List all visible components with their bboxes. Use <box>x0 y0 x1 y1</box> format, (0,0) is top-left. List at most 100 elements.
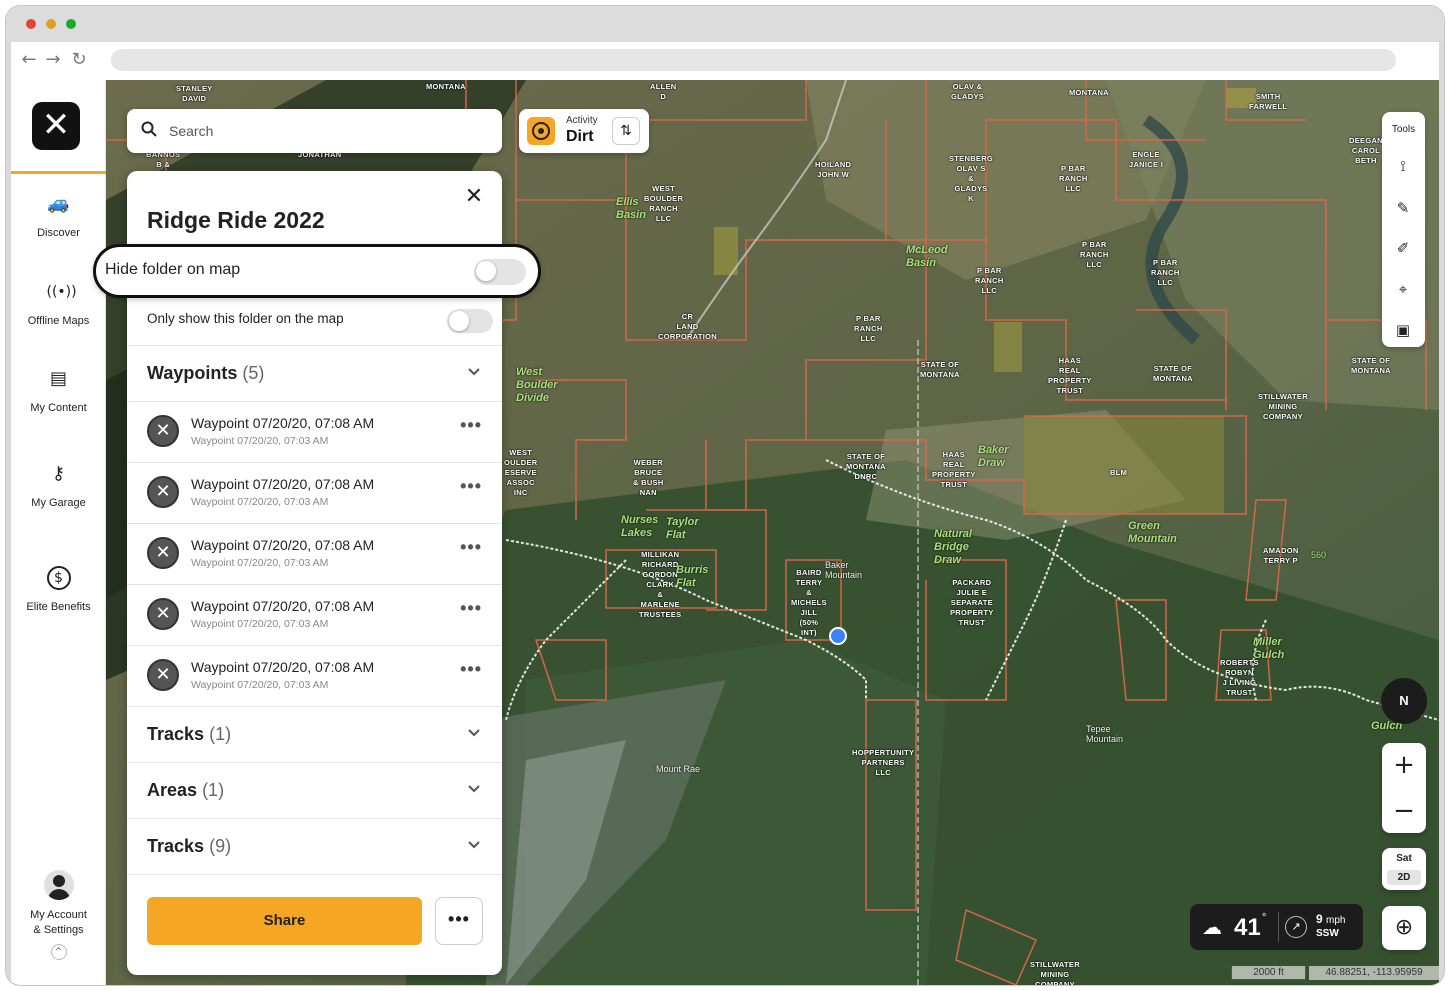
map-layer-button[interactable]: Sat 2D <box>1382 848 1426 890</box>
app-logo[interactable]: ✕ <box>32 102 80 150</box>
layer-type: Sat <box>1396 853 1412 864</box>
more-options-button[interactable]: ••• <box>435 897 483 945</box>
more-options-icon[interactable]: ••• <box>460 476 482 497</box>
wind-arrow-icon: ↗ <box>1285 916 1307 938</box>
close-window-dot[interactable] <box>26 19 36 29</box>
waypoint-subtitle: Waypoint 07/20/20, 07:03 AM <box>191 557 329 569</box>
map-parcel-label: HOPPERTUNITY PARTNERS LLC <box>852 748 915 777</box>
areas-section-header[interactable]: Areas (1) <box>127 762 502 818</box>
map-parcel-label: STILLWATER MINING COMPANY <box>1030 960 1080 985</box>
section-title: Tracks (9) <box>147 836 232 856</box>
map-parcel-label: HAAS REAL PROPERTY TRUST <box>932 450 976 489</box>
close-icon[interactable]: ✕ <box>462 185 486 209</box>
chevron-down-icon <box>468 729 480 737</box>
chevron-down-icon <box>468 368 480 376</box>
map-parcel-label: MONTANA <box>426 82 466 91</box>
map-peak-label: Baker Mountain <box>825 560 863 580</box>
layer-mode: 2D <box>1387 870 1421 885</box>
map-parcel-label: P BAR RANCH LLC <box>1080 240 1109 269</box>
activity-selector[interactable]: Activity Dirt ⇅ <box>519 109 649 153</box>
map-parcel-label: STILLWATER MINING COMPANY <box>1258 392 1308 421</box>
sidebar-accent-divider <box>11 171 106 174</box>
chevron-up-icon[interactable]: ^ <box>50 944 67 960</box>
map-parcel-label: DEEGAN CAROL BETH <box>1349 136 1383 165</box>
section-count: (5) <box>242 363 265 383</box>
zoom-in-button[interactable]: + <box>1382 743 1426 787</box>
offline-signal-icon: ((•)) <box>46 284 77 300</box>
forward-arrow-icon[interactable]: → <box>43 50 63 70</box>
weather-widget[interactable]: ☁ 41 ° ↗ 9 mph SSW <box>1190 904 1363 950</box>
tracks-section-header[interactable]: Tracks (1) <box>127 706 502 762</box>
map-place-label: McLeod Basin <box>906 244 948 269</box>
compass-button[interactable]: N <box>1381 678 1427 724</box>
map-peak-label: Mount Rae <box>656 764 701 774</box>
route-icon[interactable]: ⟟ <box>1391 154 1415 178</box>
sidebar-item-my-garage[interactable]: ⚷ My Garage <box>11 462 106 511</box>
only-show-folder-row: Only show this folder on the map <box>127 301 502 345</box>
chevron-down-icon <box>468 785 480 793</box>
degree-symbol: ° <box>1262 912 1267 924</box>
reload-icon[interactable]: ↻ <box>69 50 89 70</box>
dollar-icon: $ <box>46 566 71 590</box>
back-arrow-icon[interactable]: ← <box>19 50 39 70</box>
section-title: Areas (1) <box>147 780 225 800</box>
map-parcel-label: ENGLE JANICE I <box>1129 150 1164 169</box>
map-parcel-label: STATE OF MONTANA <box>1351 356 1391 375</box>
map-place-label: Baker Draw <box>978 444 1009 469</box>
maximize-window-dot[interactable] <box>66 19 76 29</box>
pencil-icon[interactable]: ✎ <box>1391 196 1415 220</box>
waypoint-title: Waypoint 07/20/20, 07:08 AM <box>191 598 375 614</box>
list-item[interactable]: ✕ Waypoint 07/20/20, 07:08 AM Waypoint 0… <box>127 401 502 462</box>
keys-icon: ⚷ <box>51 463 66 484</box>
waypoints-section-header[interactable]: Waypoints (5) <box>127 345 502 401</box>
scale-bar: 2000 ft <box>1231 966 1306 980</box>
activity-value: Dirt <box>566 128 594 145</box>
sidebar-item-discover[interactable]: 🚙 Discover <box>11 192 106 241</box>
minimize-window-dot[interactable] <box>46 19 56 29</box>
hide-folder-toggle[interactable] <box>474 259 526 285</box>
map-parcel-label: HAAS REAL PROPERTY TRUST <box>1048 356 1092 395</box>
address-bar[interactable] <box>111 49 1396 71</box>
sidebar-item-elite-benefits[interactable]: $ Elite Benefits <box>11 566 106 615</box>
locate-button[interactable]: ⊕ <box>1382 906 1426 950</box>
sidebar-item-my-content[interactable]: ▤ My Content <box>11 367 106 416</box>
only-show-folder-toggle[interactable] <box>447 309 493 333</box>
share-button[interactable]: Share <box>147 897 422 945</box>
car-icon: 🚙 <box>47 193 70 214</box>
more-options-icon[interactable]: ••• <box>460 659 482 680</box>
camera-icon[interactable]: ▣ <box>1391 318 1415 342</box>
filter-sliders-icon[interactable]: ⇅ <box>612 117 640 145</box>
map-place-label: Taylor Flat <box>666 516 699 541</box>
map-place-label: Green Mountain <box>1128 520 1177 545</box>
browser-toolbar: ← → ↻ <box>11 42 1439 80</box>
area-pencil-icon[interactable]: ✐ <box>1391 236 1415 260</box>
left-sidebar: ✕ 🚙 Discover ((•)) Offline Maps ▤ My Con… <box>11 80 106 985</box>
map-parcel-label: STANLEY DAVID <box>176 84 213 103</box>
sidebar-item-label: My Account & Settings <box>30 909 87 936</box>
list-item[interactable]: ✕ Waypoint 07/20/20, 07:08 AM Waypoint 0… <box>127 645 502 706</box>
list-item[interactable]: ✕ Waypoint 07/20/20, 07:08 AM Waypoint 0… <box>127 584 502 645</box>
sidebar-item-account[interactable]: My Account & Settings ^ <box>11 870 106 960</box>
list-item[interactable]: ✕ Waypoint 07/20/20, 07:08 AM Waypoint 0… <box>127 462 502 523</box>
more-options-icon[interactable]: ••• <box>460 598 482 619</box>
zoom-out-button[interactable]: − <box>1382 789 1426 833</box>
waypoint-x-icon: ✕ <box>147 659 179 691</box>
map-parcel-label: WEST OULDER ESERVE ASSOC INC <box>504 448 538 497</box>
more-options-icon[interactable]: ••• <box>460 537 482 558</box>
map-parcel-label: BAIRD TERRY & MICHELS JILL (50% INT) <box>791 568 827 637</box>
map-parcel-label: OLAV & GLADYS <box>951 82 985 101</box>
list-item[interactable]: ✕ Waypoint 07/20/20, 07:08 AM Waypoint 0… <box>127 523 502 584</box>
more-options-icon[interactable]: ••• <box>460 415 482 436</box>
map-parcel-label: STENBERG OLAV S & GLADYS K <box>949 154 994 203</box>
divider <box>1278 912 1279 942</box>
sidebar-item-label: Elite Benefits <box>26 601 91 613</box>
map-parcel-label: ROBERTS ROBYN J LIVING TRUST <box>1220 658 1259 697</box>
search-bar[interactable]: Search <box>127 109 502 153</box>
search-input[interactable]: Search <box>169 123 213 139</box>
tracks-section-header[interactable]: Tracks (9) <box>127 818 502 874</box>
waypoint-title: Waypoint 07/20/20, 07:08 AM <box>191 476 375 492</box>
sidebar-item-offline-maps[interactable]: ((•)) Offline Maps <box>11 280 106 329</box>
map-parcel-label: CR LAND CORPORATION <box>658 312 717 341</box>
map-parcel-label: WEST BOULDER RANCH LLC <box>644 184 684 223</box>
map-pin-icon[interactable]: ⌖ <box>1391 277 1415 301</box>
